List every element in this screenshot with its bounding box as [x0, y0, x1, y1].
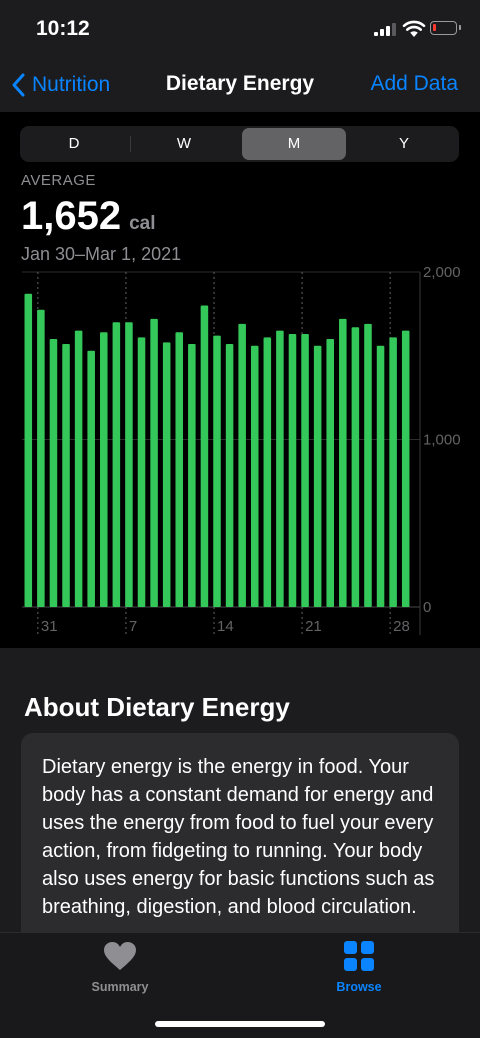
about-section: About Dietary Energy Dietary energy is t… — [0, 648, 480, 933]
chart-bar — [339, 318, 347, 607]
grid-icon — [344, 941, 374, 971]
back-button[interactable]: Nutrition — [12, 70, 110, 100]
chart-bar — [313, 345, 322, 607]
navigation-bar: Nutrition Dietary Energy Add Data — [0, 60, 480, 112]
chart-bar — [175, 332, 184, 607]
x-tick-label: 14 — [217, 618, 234, 635]
average-value: 1,652 cal — [21, 194, 156, 239]
segment-year[interactable]: Y — [352, 128, 456, 160]
x-tick-label: 7 — [129, 618, 137, 635]
tab-summary-label: Summary — [91, 980, 149, 994]
segment-divider — [130, 136, 131, 152]
chart-bar — [364, 323, 372, 607]
y-tick-label: 0 — [423, 599, 431, 616]
heart-icon — [104, 942, 136, 970]
back-label: Nutrition — [32, 73, 111, 96]
chart-bar — [200, 305, 209, 607]
chart-bar — [125, 322, 133, 607]
status-bar: 10:12 — [0, 0, 480, 60]
chart-bar — [74, 330, 83, 607]
chart-bar — [250, 345, 259, 607]
chart-bar — [49, 339, 58, 607]
about-text: Dietary energy is the energy in food. Yo… — [42, 756, 435, 918]
chart-bar — [326, 339, 334, 607]
chart-bar — [301, 333, 309, 607]
chart-bar — [112, 322, 121, 607]
chart-bar — [188, 344, 196, 607]
chart-bar — [401, 330, 410, 607]
chart-bar — [87, 350, 95, 607]
chart-bar — [37, 309, 45, 607]
average-unit: cal — [129, 213, 156, 234]
cellular-signal-icon — [374, 22, 398, 36]
about-title: About Dietary Energy — [24, 692, 290, 722]
status-time: 10:12 — [36, 17, 90, 40]
x-tick-label: 31 — [41, 618, 58, 635]
chart-bar — [137, 337, 146, 607]
average-number: 1,652 — [21, 194, 122, 238]
chart-bar — [238, 323, 246, 607]
chart-panel: D W M Y AVERAGE 1,652 cal Jan 30–Mar 1, … — [0, 112, 480, 648]
segment-month[interactable]: M — [242, 128, 346, 160]
home-indicator — [155, 1021, 325, 1027]
chart-bar — [376, 345, 385, 607]
wifi-icon — [402, 20, 426, 37]
tab-browse-label: Browse — [336, 980, 382, 994]
y-tick-label: 1,000 — [423, 432, 461, 449]
chart-bar — [263, 337, 272, 607]
chart-bar — [100, 332, 108, 607]
chart-bar — [351, 327, 360, 607]
battery-icon — [430, 21, 461, 35]
chart-bar — [24, 293, 33, 607]
chevron-left-icon — [12, 73, 25, 97]
chart-bar — [62, 344, 70, 607]
chart-bar — [389, 337, 397, 607]
segment-week[interactable]: W — [132, 128, 236, 160]
x-tick-label: 28 — [393, 618, 410, 635]
tab-summary[interactable]: Summary — [60, 941, 180, 994]
chart-bar — [162, 342, 171, 607]
add-data-button[interactable]: Add Data — [370, 72, 458, 96]
chart-bar — [276, 330, 284, 607]
time-range-segmented-control: D W M Y — [20, 126, 459, 162]
about-card: Dietary energy is the energy in food. Yo… — [21, 733, 459, 933]
dietary-energy-bar-chart[interactable]: 2,000 1,000 0 31 7 14 21 28 — [0, 267, 480, 637]
chart-bar — [213, 335, 221, 607]
chart-bar — [225, 344, 234, 607]
tab-browse[interactable]: Browse — [299, 941, 419, 994]
segment-day[interactable]: D — [22, 128, 126, 160]
average-label: AVERAGE — [21, 172, 96, 189]
chart-bar — [288, 333, 297, 607]
x-tick-label: 21 — [305, 618, 322, 635]
tab-bar: Summary Browse — [0, 932, 480, 1038]
y-tick-label: 2,000 — [423, 267, 461, 281]
chart-bar — [150, 318, 158, 607]
date-range: Jan 30–Mar 1, 2021 — [21, 244, 182, 264]
